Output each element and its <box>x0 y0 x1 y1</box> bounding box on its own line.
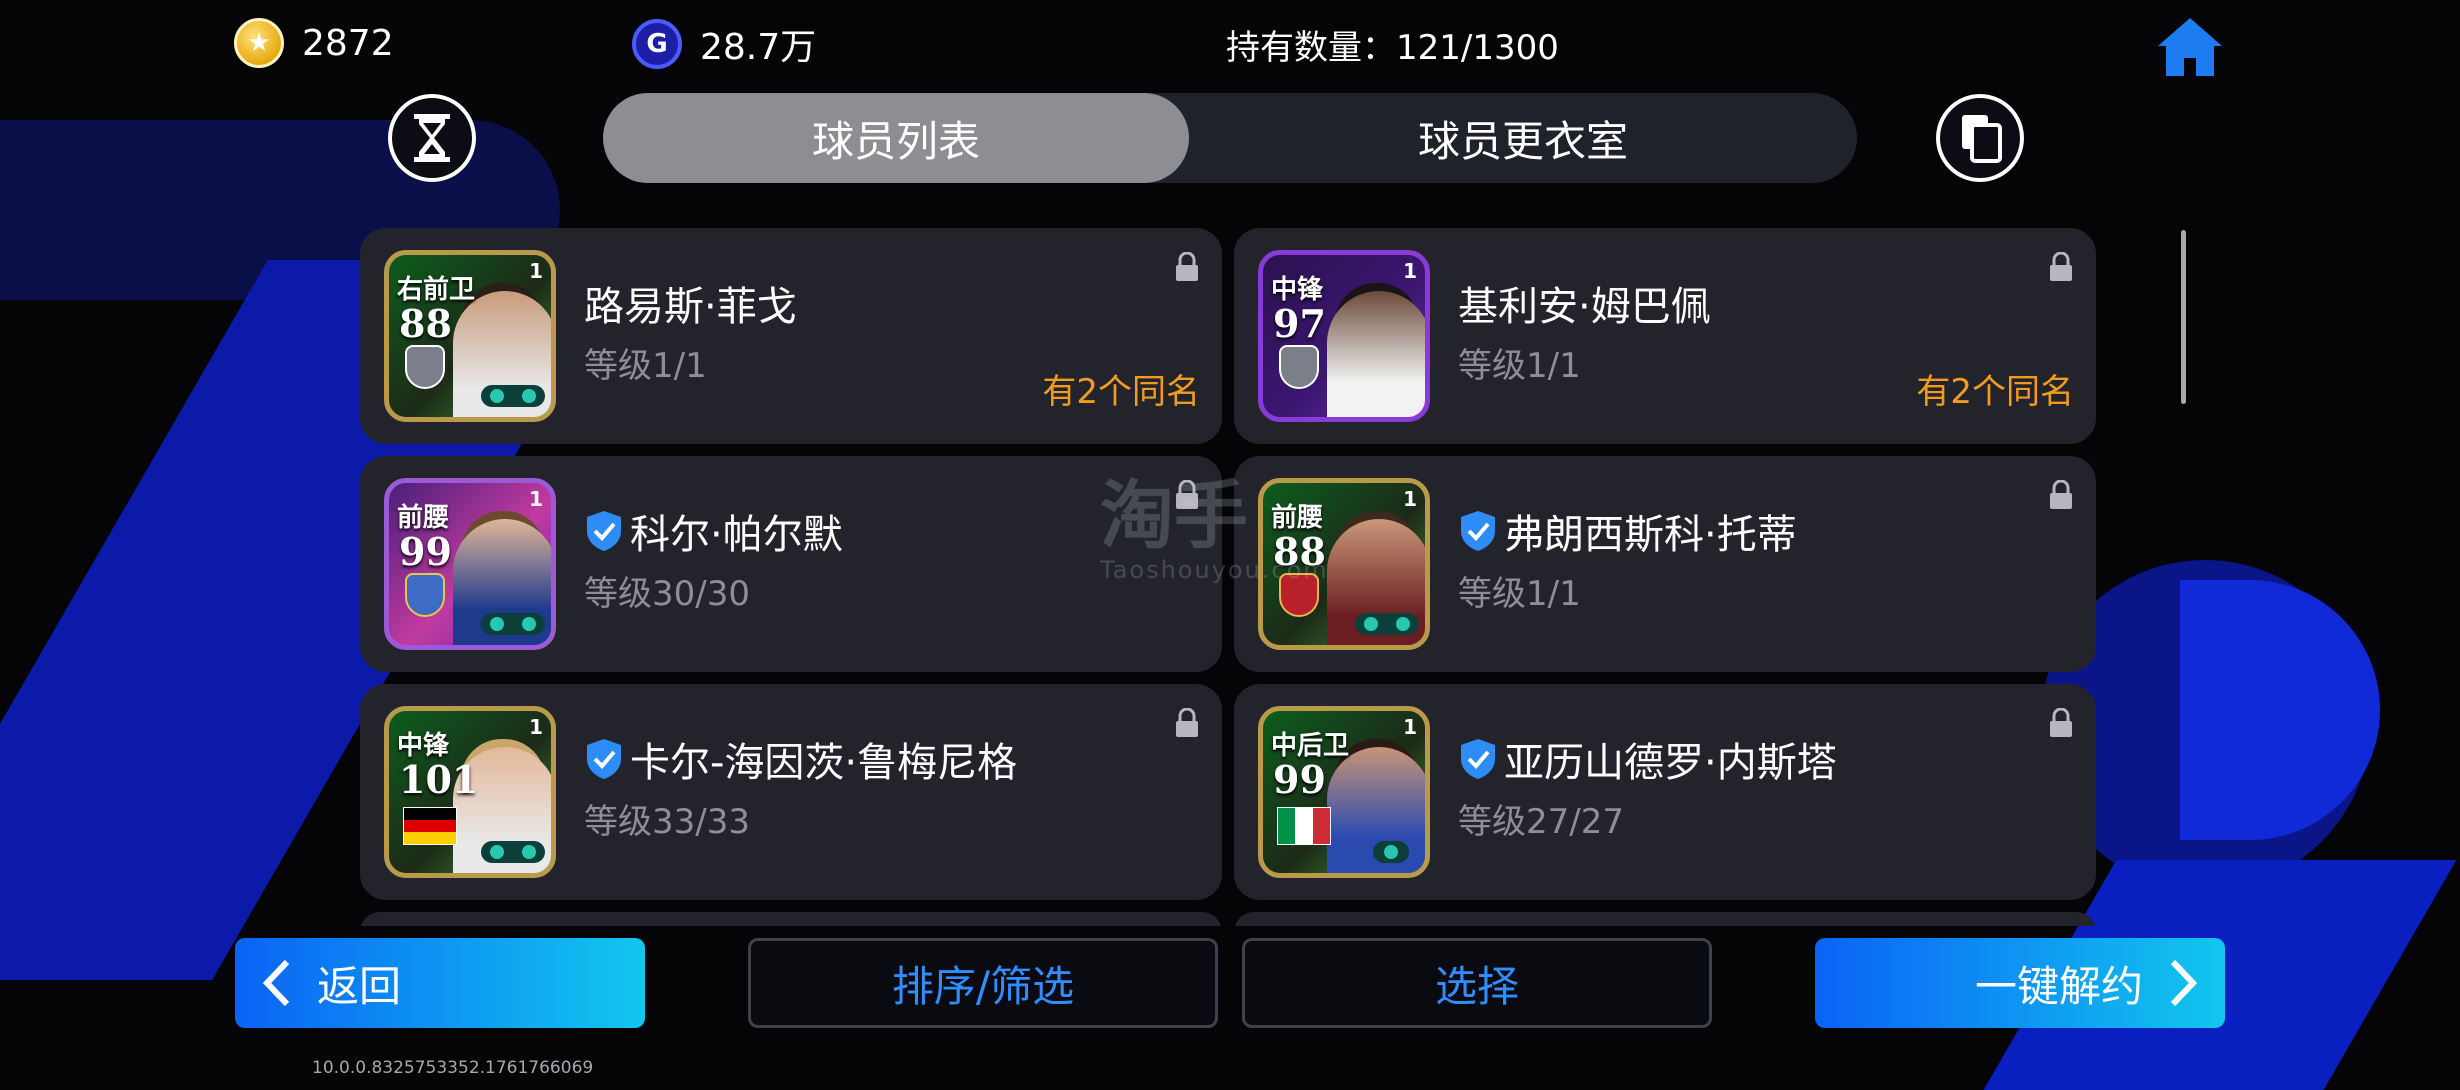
watermark-sub: Taoshouyou.com <box>1100 556 1329 584</box>
player-card[interactable]: 右前卫 88 1 路易斯·菲戈 等级1/1 有2个同名 <box>360 228 1222 444</box>
club-crest <box>405 573 445 617</box>
select-label: 选择 <box>1434 961 1519 1011</box>
player-thumbnail: 右前卫 88 1 <box>384 250 556 422</box>
player-thumbnail: 中锋 97 1 <box>1258 250 1430 422</box>
duplicate-note: 有2个同名 <box>1916 372 2074 412</box>
player-card[interactable]: 前腰 88 1 弗朗西斯科·托蒂 等级1/1 <box>1234 456 2096 672</box>
player-portrait <box>1327 291 1425 417</box>
holdings-count: 持有数量：121/1300 <box>1226 20 1559 69</box>
skill-chips <box>1355 613 1419 635</box>
player-card[interactable]: 中后卫 99 1 亚历山德罗·内斯塔 等级27/27 <box>1234 684 2096 900</box>
player-card[interactable]: 前腰 99 1 科尔·帕尔默 等级30/30 <box>360 456 1222 672</box>
gp-balance: G 28.7万 <box>632 18 816 70</box>
version-text: 10.0.0.8325753352.1761766069 <box>312 1058 594 1078</box>
italy-flag-icon <box>1277 807 1331 845</box>
lock-icon[interactable] <box>2048 708 2074 738</box>
coin-icon: ★ <box>234 18 284 68</box>
coin-value: 2872 <box>302 22 394 64</box>
skill-chips <box>1373 841 1409 863</box>
player-name-row: 卡尔-海因茨·鲁梅尼格 <box>584 730 1017 788</box>
player-card[interactable] <box>1234 912 2096 926</box>
chevron-left-icon <box>262 959 290 1007</box>
player-badge: 1 <box>1403 715 1417 739</box>
skill-chips <box>481 613 545 635</box>
lock-icon[interactable] <box>1174 252 1200 282</box>
player-name: 路易斯·菲戈 <box>584 284 797 330</box>
skill-chips <box>481 385 545 407</box>
gp-value: 28.7万 <box>700 27 817 68</box>
select-button[interactable]: 选择 <box>1242 938 1712 1028</box>
verified-shield-icon <box>1461 511 1495 551</box>
player-level: 等级1/1 <box>584 346 707 386</box>
player-card[interactable]: 中锋 101 1 卡尔-海因茨·鲁梅尼格 等级33/33 <box>360 684 1222 900</box>
club-crest <box>1279 345 1319 389</box>
lock-icon[interactable] <box>2048 252 2074 282</box>
player-rating: 88 <box>399 301 452 346</box>
player-rating: 99 <box>399 529 452 574</box>
tab-locker-room[interactable]: 球员更衣室 <box>1189 93 1857 183</box>
tab-bar: 球员列表 球员更衣室 <box>603 93 1857 183</box>
holdings-text: 持有数量：121/1300 <box>1226 28 1559 68</box>
verified-shield-icon <box>587 511 621 551</box>
lock-icon[interactable] <box>1174 708 1200 738</box>
sort-filter-button[interactable]: 排序/筛选 <box>748 938 1218 1028</box>
player-name: 卡尔-海因茨·鲁梅尼格 <box>630 740 1018 786</box>
player-name: 科尔·帕尔默 <box>630 512 843 558</box>
player-rating: 97 <box>1273 301 1326 346</box>
copy-icon <box>1962 115 2002 163</box>
coin-balance: ★ 2872 <box>234 18 394 68</box>
gp-icon: G <box>632 19 682 69</box>
player-name: 基利安·姆巴佩 <box>1458 284 1711 330</box>
scrollbar[interactable] <box>2181 230 2186 404</box>
germany-flag-icon <box>403 807 457 845</box>
home-icon <box>2158 18 2222 76</box>
bg-shape <box>2180 580 2380 840</box>
skill-chips <box>481 841 545 863</box>
player-level: 等级30/30 <box>584 574 750 614</box>
history-button[interactable] <box>388 94 476 182</box>
player-card[interactable] <box>360 912 1222 926</box>
player-thumbnail: 前腰 99 1 <box>384 478 556 650</box>
duplicate-note: 有2个同名 <box>1042 372 1200 412</box>
lock-icon[interactable] <box>2048 480 2074 510</box>
back-button[interactable]: 返回 <box>235 938 645 1028</box>
player-name: 亚历山德罗·内斯塔 <box>1504 740 1837 786</box>
player-rating: 101 <box>399 757 479 802</box>
player-thumbnail: 中后卫 99 1 <box>1258 706 1430 878</box>
verified-shield-icon <box>587 739 621 779</box>
watermark-main: 淘手 <box>1100 473 1248 559</box>
player-card[interactable]: 中锋 97 1 基利安·姆巴佩 等级1/1 有2个同名 <box>1234 228 2096 444</box>
player-name: 弗朗西斯科·托蒂 <box>1504 512 1797 558</box>
release-all-button[interactable]: 一键解约 <box>1815 938 2225 1028</box>
player-level: 等级1/1 <box>1458 574 1581 614</box>
player-badge: 1 <box>529 715 543 739</box>
player-name-row: 弗朗西斯科·托蒂 <box>1458 502 1797 560</box>
hourglass-icon <box>414 114 450 162</box>
sort-filter-label: 排序/筛选 <box>891 961 1075 1011</box>
player-badge: 1 <box>1403 259 1417 283</box>
chevron-right-icon <box>2170 959 2198 1007</box>
player-name-row: 亚历山德罗·内斯塔 <box>1458 730 1837 788</box>
player-thumbnail: 中锋 101 1 <box>384 706 556 878</box>
player-level: 等级33/33 <box>584 802 750 842</box>
back-label: 返回 <box>317 961 402 1011</box>
player-badge: 1 <box>1403 487 1417 511</box>
player-rating: 99 <box>1273 757 1326 802</box>
player-badge: 1 <box>529 259 543 283</box>
player-name-row: 科尔·帕尔默 <box>584 502 843 560</box>
club-crest <box>405 345 445 389</box>
watermark: 淘手 Taoshouyou.com <box>1100 476 1350 596</box>
player-level: 等级1/1 <box>1458 346 1581 386</box>
tab-player-list[interactable]: 球员列表 <box>603 93 1189 183</box>
home-button[interactable] <box>2154 14 2226 80</box>
player-level: 等级27/27 <box>1458 802 1624 842</box>
release-all-label: 一键解约 <box>1974 961 2143 1011</box>
player-badge: 1 <box>529 487 543 511</box>
copy-button[interactable] <box>1936 94 2024 182</box>
verified-shield-icon <box>1461 739 1495 779</box>
